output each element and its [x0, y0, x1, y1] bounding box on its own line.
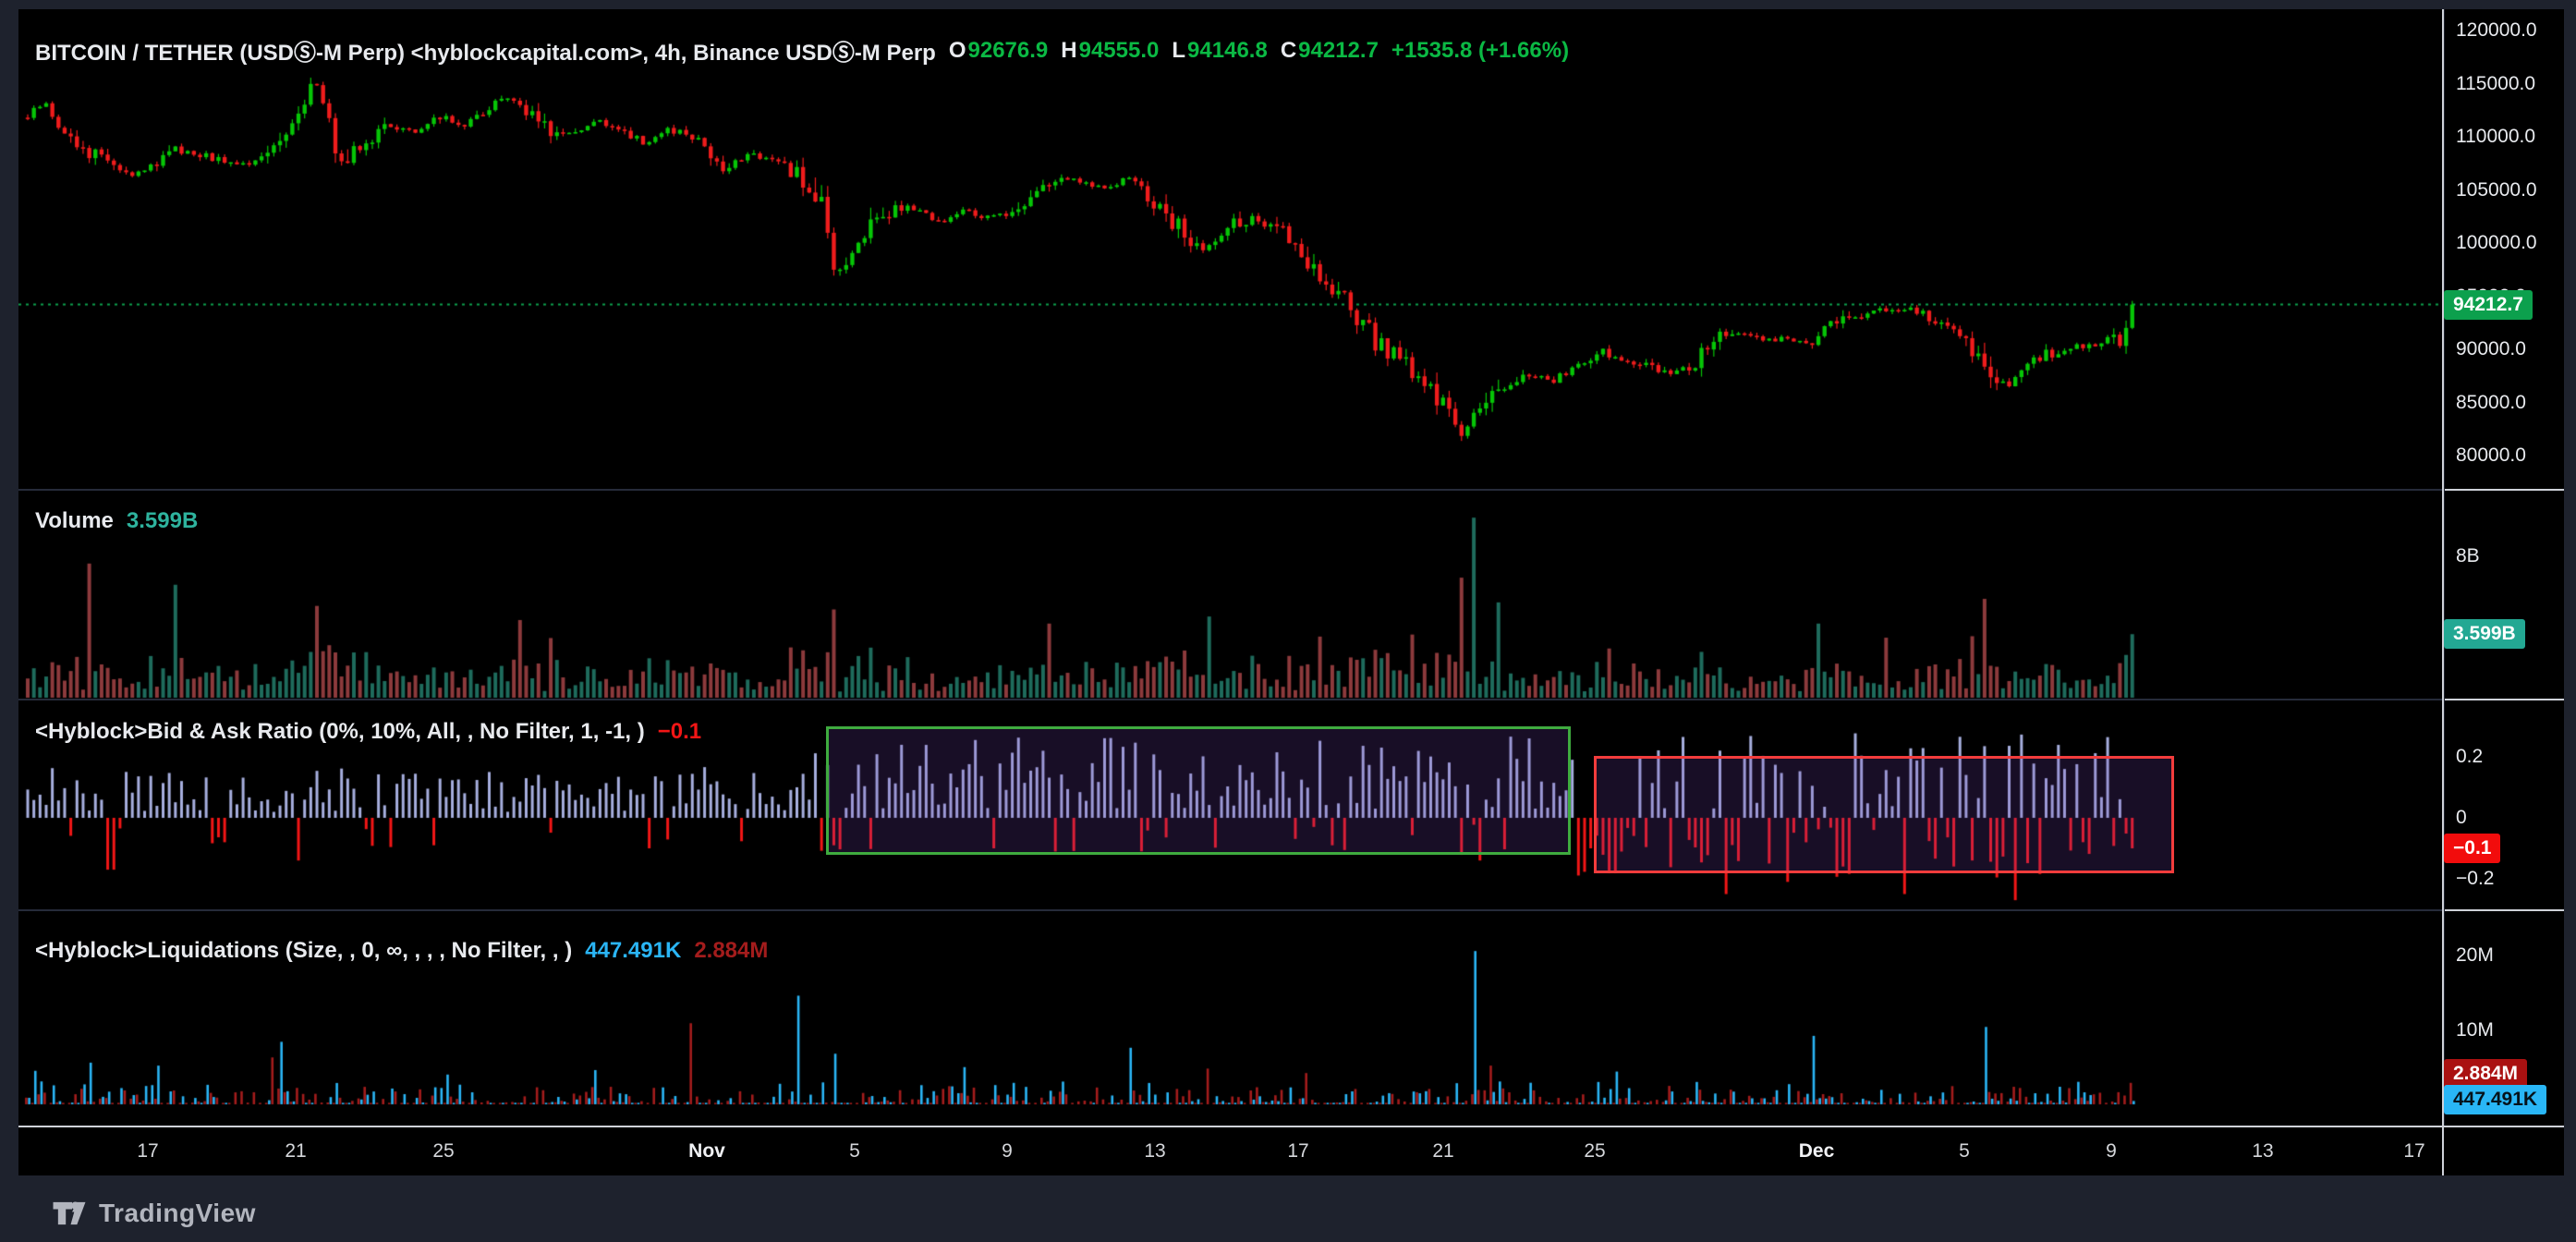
bid-ask-label: <Hyblock>Bid & Ask Ratio (0%, 10%, All, … — [35, 719, 645, 745]
axis-tick-label: 115000.0 — [2456, 73, 2535, 95]
chart-legend-row[interactable]: BITCOIN / TETHER (USDⓈ-M Perp) <hyblockc… — [35, 34, 1569, 67]
axis-pane-separator — [2445, 489, 2564, 491]
axis-tick-label: 0.2 — [2456, 746, 2483, 768]
candlestick-chart-canvas[interactable] — [18, 9, 2442, 489]
axis-tick-label: 110000.0 — [2456, 126, 2535, 148]
time-axis-day-label: 9 — [2106, 1140, 2117, 1163]
axis-tick-label: 10M — [2456, 1019, 2494, 1041]
axis-pane-separator — [2445, 909, 2564, 911]
volume-chart-canvas[interactable] — [18, 491, 2442, 699]
liquidations-blue-chip: 447.491K — [2444, 1085, 2546, 1114]
tradingview-logo-icon — [52, 1196, 87, 1231]
liquidations-legend-row[interactable]: <Hyblock>Liquidations (Size, , 0, ∞, , ,… — [35, 938, 768, 964]
last-price-chip: 94212.7 — [2444, 290, 2533, 320]
tradingview-logo-text: TradingView — [99, 1199, 256, 1228]
time-axis-day-label: 17 — [2403, 1140, 2424, 1163]
liquidations-value-blue: 447.491K — [585, 938, 681, 964]
axis-tick-label: 90000.0 — [2456, 338, 2526, 360]
time-axis-day-label: 21 — [1432, 1140, 1453, 1163]
time-axis-border — [18, 1126, 2564, 1127]
time-axis-month-label: Dec — [1799, 1140, 1835, 1163]
time-axis-day-label: 25 — [432, 1140, 454, 1163]
axis-pane-separator — [2445, 699, 2564, 700]
axis-tick-label: 100000.0 — [2456, 232, 2537, 254]
time-axis-day-label: 5 — [1959, 1140, 1970, 1163]
pane-separator[interactable] — [18, 699, 2442, 700]
ohlc-open: O 92676.9 — [949, 38, 1048, 64]
price-change: +1535.8 (+1.66%) — [1391, 38, 1569, 64]
pane-separator[interactable] — [18, 909, 2442, 911]
axis-tick-label: 120000.0 — [2456, 19, 2537, 42]
tradingview-logo[interactable]: TradingView — [52, 1196, 256, 1231]
axis-tick-label: 80000.0 — [2456, 444, 2526, 467]
liquidations-label: <Hyblock>Liquidations (Size, , 0, ∞, , ,… — [35, 938, 572, 964]
price-axis-border — [2442, 9, 2444, 1175]
time-axis-month-label: Nov — [688, 1140, 725, 1163]
symbol-title: BITCOIN / TETHER (USDⓈ-M Perp) <hyblockc… — [35, 34, 936, 67]
pane-separator[interactable] — [18, 489, 2442, 491]
ohlc-high: H 94555.0 — [1061, 38, 1159, 64]
time-axis-day-label: 9 — [1002, 1140, 1013, 1163]
axis-tick-label: 8B — [2456, 545, 2480, 567]
bid-ask-legend-row[interactable]: <Hyblock>Bid & Ask Ratio (0%, 10%, All, … — [35, 719, 701, 745]
axis-tick-label: 105000.0 — [2456, 179, 2537, 201]
volume-legend-row[interactable]: Volume 3.599B — [35, 508, 198, 534]
axis-tick-label: 85000.0 — [2456, 392, 2526, 414]
time-axis-day-label: 13 — [2252, 1140, 2273, 1163]
ohlc-low: L 94146.8 — [1172, 38, 1267, 64]
time-axis-day-label: 25 — [1584, 1140, 1605, 1163]
axis-tick-label: 0 — [2456, 807, 2467, 829]
bid-ask-value: −0.1 — [658, 719, 701, 745]
tradingview-chart-window: BITCOIN / TETHER (USDⓈ-M Perp) <hyblockc… — [0, 0, 2576, 1242]
time-axis-day-label: 13 — [1144, 1140, 1165, 1163]
time-axis-day-label: 17 — [1287, 1140, 1308, 1163]
time-axis-day-label: 5 — [849, 1140, 860, 1163]
time-axis-day-label: 21 — [285, 1140, 306, 1163]
axis-tick-label: −0.2 — [2456, 868, 2494, 890]
liquidations-value-red: 2.884M — [694, 938, 768, 964]
volume-label: Volume — [35, 508, 114, 534]
bid-ask-green-annotation-box[interactable] — [826, 726, 1571, 855]
volume-value: 3.599B — [127, 508, 198, 534]
bid-ask-red-annotation-box[interactable] — [1594, 756, 2174, 873]
bid-ask-value-chip: −0.1 — [2444, 834, 2500, 863]
time-axis-day-label: 17 — [137, 1140, 158, 1163]
ohlc-close: C 94212.7 — [1281, 38, 1379, 64]
axis-tick-label: 20M — [2456, 944, 2494, 967]
volume-value-chip: 3.599B — [2444, 619, 2525, 649]
